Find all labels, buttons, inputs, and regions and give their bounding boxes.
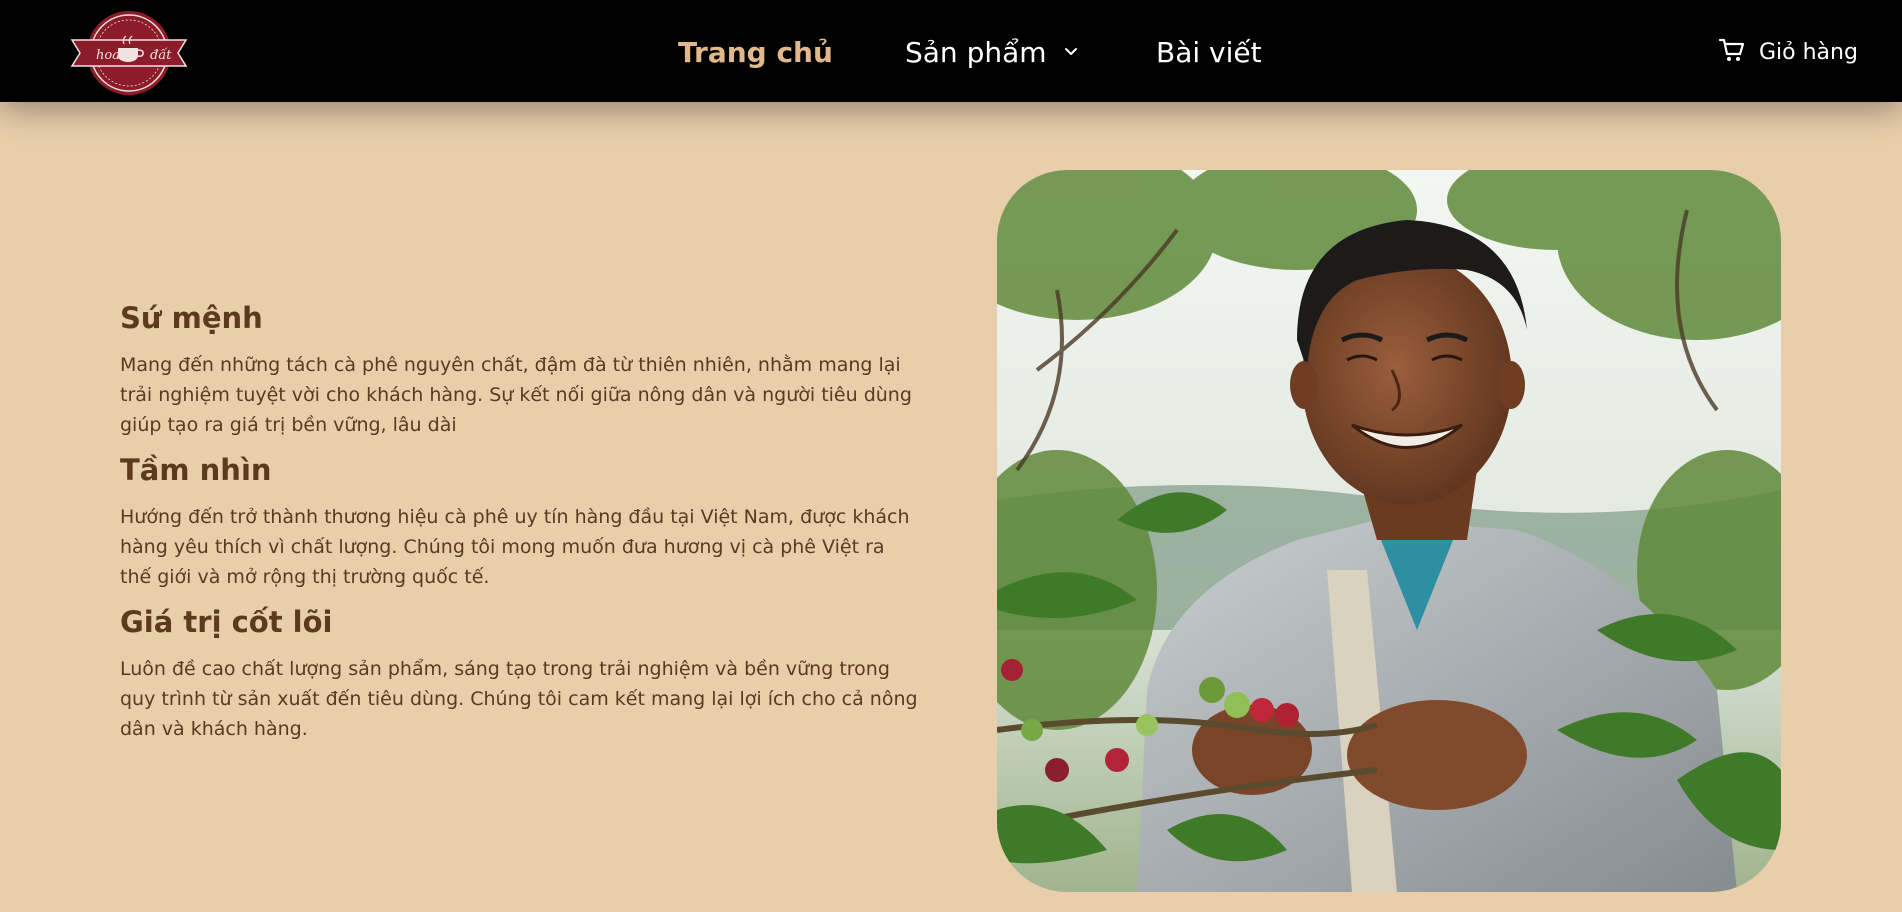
nav-item-label: Sản phẩm — [905, 36, 1047, 69]
section-text: Luôn đề cao chất lượng sản phẩm, sáng tạ… — [120, 658, 918, 740]
farmer-photo — [997, 170, 1781, 892]
section-title: Tầm nhìn — [120, 453, 272, 487]
top-navbar: hoa đất Trang chủ Sản phẩm Bài viết Giỏ … — [0, 0, 1902, 102]
cart-label: Giỏ hàng — [1759, 40, 1858, 65]
nav-item-label: Bài viết — [1156, 36, 1262, 69]
core-values-section: Giá trị cốt lõi Luôn đề cao chất lượng s… — [120, 604, 920, 744]
main-nav: Trang chủ Sản phẩm Bài viết — [0, 0, 1902, 102]
mission-section: Sứ mệnh Mang đến những tách cà phê nguyê… — [120, 300, 920, 440]
nav-item-blog[interactable]: Bài viết — [1156, 36, 1262, 70]
section-title: Sứ mệnh — [120, 301, 263, 335]
cart-icon — [1718, 38, 1745, 61]
section-title: Giá trị cốt lõi — [120, 605, 333, 639]
about-content: Sứ mệnh Mang đến những tách cà phê nguyê… — [120, 300, 920, 756]
section-text: Hướng đến trở thành thương hiệu cà phê u… — [120, 506, 910, 588]
nav-item-home[interactable]: Trang chủ — [678, 36, 833, 70]
cart-button[interactable]: Giỏ hàng — [1718, 37, 1858, 69]
nav-item-label: Trang chủ — [678, 36, 833, 69]
chevron-down-icon — [1065, 48, 1078, 55]
vision-section: Tầm nhìn Hướng đến trở thành thương hiệu… — [120, 452, 920, 592]
coffee-farmer-image — [997, 170, 1781, 892]
nav-item-products[interactable]: Sản phẩm — [905, 36, 1081, 70]
section-text: Mang đến những tách cà phê nguyên chất, … — [120, 354, 912, 436]
